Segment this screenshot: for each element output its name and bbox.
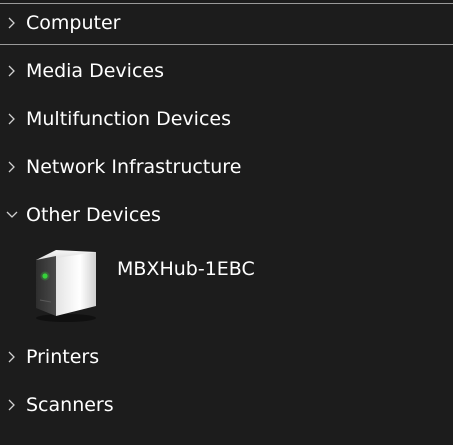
category-scanners[interactable]: Scanners (0, 385, 453, 425)
category-label: Computer (26, 12, 121, 34)
chevron-right-icon[interactable] (6, 64, 18, 78)
category-label: Multifunction Devices (26, 108, 231, 130)
category-printers[interactable]: Printers (0, 337, 453, 377)
chevron-right-icon[interactable] (6, 112, 18, 126)
chevron-right-icon[interactable] (6, 350, 18, 364)
category-label: Network Infrastructure (26, 156, 242, 178)
category-network-infrastructure[interactable]: Network Infrastructure (0, 147, 453, 187)
device-tree: Computer Media Devices Multifunction Dev… (0, 0, 453, 445)
category-label: Other Devices (26, 204, 161, 226)
category-computer[interactable]: Computer (0, 3, 453, 43)
chevron-right-icon[interactable] (6, 16, 18, 30)
category-label: Scanners (26, 394, 114, 416)
selection-separator (0, 44, 453, 45)
category-media-devices[interactable]: Media Devices (0, 51, 453, 91)
chevron-right-icon[interactable] (6, 160, 18, 174)
chevron-right-icon[interactable] (6, 398, 18, 412)
generic-device-icon (36, 250, 96, 322)
category-multifunction-devices[interactable]: Multifunction Devices (0, 99, 453, 139)
chevron-down-icon[interactable] (6, 208, 18, 222)
category-label: Printers (26, 346, 100, 368)
device-item-mbxhub[interactable]: MBXHub-1EBC (0, 240, 453, 328)
category-other-devices[interactable]: Other Devices (0, 195, 453, 235)
device-label: MBXHub-1EBC (117, 258, 255, 280)
category-label: Media Devices (26, 60, 164, 82)
